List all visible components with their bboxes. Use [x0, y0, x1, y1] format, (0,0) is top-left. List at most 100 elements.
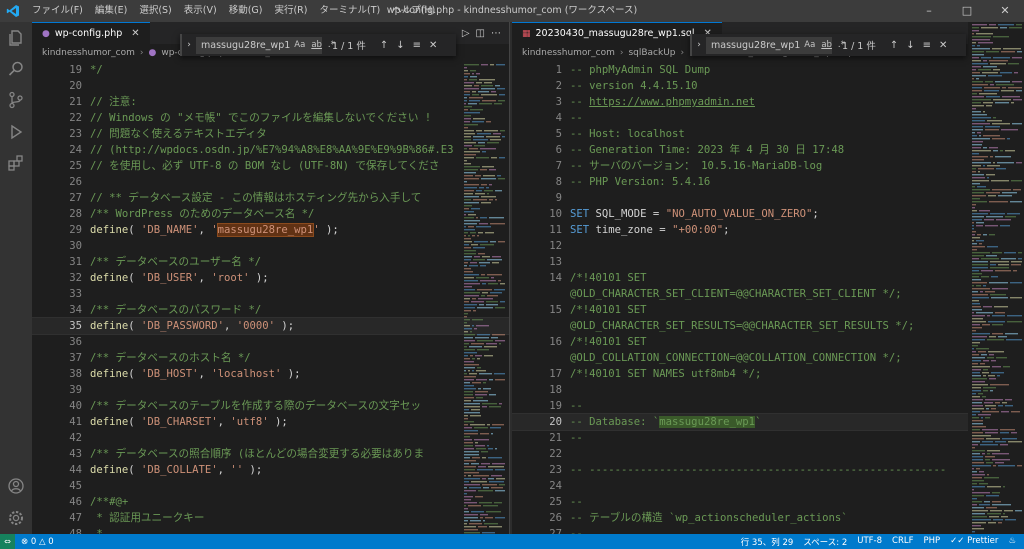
code-line[interactable]: 19 */	[32, 62, 509, 78]
code-line[interactable]: 12	[512, 238, 968, 254]
menu-item[interactable]: 表示(V)	[178, 0, 223, 22]
code-line[interactable]: 44 define( 'DB_COLLATE', '' );	[32, 462, 509, 478]
more-actions-icon[interactable]: ⋯	[491, 28, 501, 39]
extensions-icon[interactable]	[6, 153, 26, 173]
code-editor[interactable]: 19 */ 20 21 // 注意: 22 // Windows の "メモ帳" でこのファ…	[32, 62, 509, 534]
code-line[interactable]: 13	[512, 254, 968, 270]
breadcrumb-subfolder[interactable]: sqlBackUp	[628, 48, 675, 58]
code-line[interactable]: 3 -- https://www.phpmyadmin.net	[512, 94, 968, 110]
code-line[interactable]: 2 -- version 4.4.15.10	[512, 78, 968, 94]
prettier-status[interactable]: ✓✓ Prettier	[950, 536, 998, 548]
settings-gear-icon[interactable]	[6, 508, 26, 528]
menu-item[interactable]: 移動(G)	[223, 0, 269, 22]
code-line[interactable]: 47 * 認証用ユニークキー	[32, 510, 509, 526]
close-tab-icon[interactable]: ✕	[131, 28, 139, 39]
match-case-icon[interactable]: Aa	[292, 40, 307, 50]
next-match-icon[interactable]: ↓	[902, 40, 918, 51]
toggle-replace-icon[interactable]: ›	[182, 40, 196, 50]
maximize-icon[interactable]: □	[948, 0, 986, 22]
code-line[interactable]: 33	[32, 286, 509, 302]
code-line[interactable]: 36	[32, 334, 509, 350]
find-in-selection-icon[interactable]: ≡	[919, 40, 935, 51]
menu-item[interactable]: 選択(S)	[133, 0, 177, 22]
code-line[interactable]: 25 --	[512, 494, 968, 510]
cursor-position[interactable]: 行 35、列 29	[741, 536, 794, 548]
search-icon[interactable]	[6, 59, 26, 79]
code-line[interactable]: 23 -- -----------------------------------…	[512, 462, 968, 478]
toggle-replace-icon[interactable]: ›	[692, 40, 706, 50]
menu-item[interactable]: ターミナル(T)	[313, 0, 386, 22]
menu-item[interactable]: 実行(R)	[268, 0, 313, 22]
account-icon[interactable]	[6, 476, 26, 496]
code-line[interactable]: 46 /**#@+	[32, 494, 509, 510]
code-line[interactable]: 14 /*!40101 SET	[512, 270, 968, 286]
minimap[interactable]	[462, 62, 507, 534]
find-input[interactable]: massugu28re_wp1 Aa ab .*	[706, 36, 845, 54]
previous-match-icon[interactable]: ↑	[886, 40, 902, 51]
code-line[interactable]: 1 -- phpMyAdmin SQL Dump	[512, 62, 968, 78]
code-line[interactable]: @OLD_CHARACTER_SET_RESULTS=@@CHARACTER_S…	[512, 318, 968, 334]
language-mode[interactable]: PHP	[924, 536, 941, 548]
source-control-icon[interactable]	[6, 90, 26, 110]
indentation[interactable]: スペース: 2	[803, 536, 847, 548]
code-line[interactable]: 24 // (http://wpdocs.osdn.jp/%E7%94%A8%E8…	[32, 142, 509, 158]
code-line[interactable]: 5 -- Host: localhost	[512, 126, 968, 142]
code-line[interactable]: 34 /** データベースのパスワード */	[32, 302, 509, 318]
previous-match-icon[interactable]: ↑	[376, 40, 392, 51]
code-editor[interactable]: 1 -- phpMyAdmin SQL Dump 2 -- version 4.4.1…	[512, 62, 968, 534]
breadcrumb-folder[interactable]: kindnesshumor_com	[42, 48, 135, 58]
code-line[interactable]: 22 // Windows の "メモ帳" でこのファイルを編集しないでください …	[32, 110, 509, 126]
minimize-icon[interactable]: –	[910, 0, 948, 22]
code-line[interactable]: 25 // を使用し、必ず UTF-8 の BOM なし (UTF-8N) で保存…	[32, 158, 509, 174]
code-line[interactable]: 21 // 注意:	[32, 94, 509, 110]
code-line[interactable]: 42	[32, 430, 509, 446]
code-line[interactable]: 28 /** WordPress のためのデータベース名 */	[32, 206, 509, 222]
code-line[interactable]: 27 // ** データベース設定 - この情報はホスティング先から入手して	[32, 190, 509, 206]
code-line[interactable]: 32 define( 'DB_USER', 'root' );	[32, 270, 509, 286]
code-line[interactable]: 17 /*!40101 SET NAMES utf8mb4 */;	[512, 366, 968, 382]
menu-item[interactable]: ファイル(F)	[26, 0, 89, 22]
code-line[interactable]: 9	[512, 190, 968, 206]
code-line[interactable]: 19 --	[512, 398, 968, 414]
minimap[interactable]	[970, 22, 1024, 534]
code-line[interactable]: 18	[512, 382, 968, 398]
code-line[interactable]: 39	[32, 382, 509, 398]
code-line[interactable]: 29 define( 'DB_NAME', 'massugu28re_wp1' )…	[32, 222, 509, 238]
code-line[interactable]: @OLD_COLLATION_CONNECTION=@@COLLATION_CO…	[512, 350, 968, 366]
breadcrumb-folder[interactable]: kindnesshumor_com	[522, 48, 615, 58]
run-file-icon[interactable]: ▷	[462, 28, 470, 39]
code-line[interactable]: 30	[32, 238, 509, 254]
code-line[interactable]: 20	[32, 78, 509, 94]
code-line[interactable]: 22	[512, 446, 968, 462]
explorer-icon[interactable]	[6, 28, 26, 48]
encoding[interactable]: UTF-8	[857, 536, 882, 548]
code-line[interactable]: 15 /*!40101 SET	[512, 302, 968, 318]
close-find-icon[interactable]: ✕	[935, 40, 951, 51]
code-line[interactable]: 8 -- PHP Version: 5.4.16	[512, 174, 968, 190]
menu-item[interactable]: 編集(E)	[89, 0, 133, 22]
code-line[interactable]: 10 SET SQL_MODE = "NO_AUTO_VALUE_ON_ZERO"…	[512, 206, 968, 222]
code-line[interactable]: @OLD_CHARACTER_SET_CLIENT=@@CHARACTER_SE…	[512, 286, 968, 302]
code-line[interactable]: 35 define( 'DB_PASSWORD', '0000' );	[32, 317, 509, 335]
code-line[interactable]: 38 define( 'DB_HOST', 'localhost' );	[32, 366, 509, 382]
close-window-icon[interactable]: ✕	[986, 0, 1024, 22]
code-line[interactable]: 7 -- サーバのバージョン： 10.5.16-MariaDB-log	[512, 158, 968, 174]
next-match-icon[interactable]: ↓	[392, 40, 408, 51]
code-line[interactable]: 37 /** データベースのホスト名 */	[32, 350, 509, 366]
code-line[interactable]: 21 --	[512, 430, 968, 446]
vscode-logo-icon[interactable]	[0, 0, 26, 22]
code-line[interactable]: 27 --	[512, 526, 968, 534]
tab-wp-config[interactable]: ● wp-config.php ✕	[32, 22, 150, 44]
close-find-icon[interactable]: ✕	[425, 40, 441, 51]
run-debug-icon[interactable]	[6, 122, 26, 142]
code-line[interactable]: 16 /*!40101 SET	[512, 334, 968, 350]
find-input[interactable]: massugu28re_wp1 Aa ab .*	[196, 36, 335, 54]
code-line[interactable]: 40 /** データベースのテーブルを作成する際のデータベースの文字セッ	[32, 398, 509, 414]
code-line[interactable]: 48 *	[32, 526, 509, 534]
code-line[interactable]: 11 SET time_zone = "+00:00";	[512, 222, 968, 238]
remote-indicator-icon[interactable]: ⇔	[0, 534, 15, 549]
code-line[interactable]: 26	[32, 174, 509, 190]
notifications-bell-icon[interactable]: ♨	[1008, 536, 1016, 548]
end-of-line[interactable]: CRLF	[892, 536, 913, 548]
code-line[interactable]: 43 /** データベースの照合順序 (ほとんどの場合変更する必要はありま	[32, 446, 509, 462]
